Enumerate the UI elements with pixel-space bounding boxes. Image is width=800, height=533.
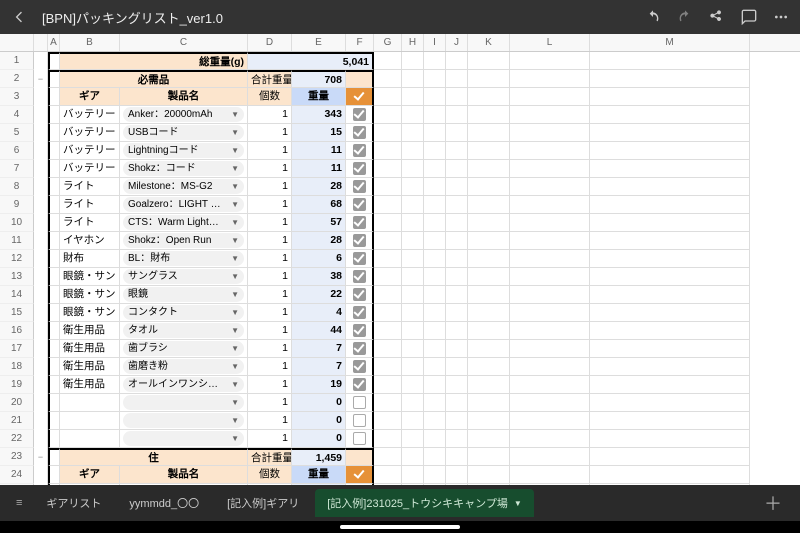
include-checkbox[interactable] <box>353 198 366 211</box>
undo-icon[interactable] <box>644 8 662 26</box>
include-checkbox[interactable] <box>353 432 366 445</box>
product-dropdown[interactable]: 眼鏡▼ <box>123 287 244 302</box>
sheet-area[interactable]: A B C D E F G H I J K L M 12345678910111… <box>0 34 800 485</box>
redo-icon[interactable] <box>676 8 694 26</box>
include-checkbox[interactable] <box>353 288 366 301</box>
product-dropdown[interactable]: CTS：Warm Light…▼ <box>123 215 244 230</box>
tabs-menu-icon[interactable]: ≡ <box>8 497 30 509</box>
row-numbers: 1234567891011121314151617181920212223242… <box>0 52 34 485</box>
product-dropdown[interactable]: BL：財布▼ <box>123 251 244 266</box>
product-dropdown[interactable]: 歯ブラシ▼ <box>123 341 244 356</box>
sheet-tab[interactable]: [記入例]231025_トウシキキャンプ場▼ <box>315 489 534 517</box>
include-checkbox[interactable] <box>353 126 366 139</box>
include-checkbox[interactable] <box>353 324 366 337</box>
include-checkbox[interactable] <box>353 108 366 121</box>
product-dropdown[interactable]: ▼ <box>123 413 244 428</box>
share-icon[interactable] <box>708 8 726 26</box>
product-dropdown[interactable]: Goalzero：LIGHT …▼ <box>123 197 244 212</box>
include-checkbox[interactable] <box>353 234 366 247</box>
product-dropdown[interactable]: 歯磨き粉▼ <box>123 359 244 374</box>
product-dropdown[interactable]: Anker：20000mAh▼ <box>123 107 244 122</box>
add-sheet-icon[interactable]: ＋ <box>754 490 792 516</box>
product-dropdown[interactable]: Shokz：Open Run▼ <box>123 233 244 248</box>
include-checkbox[interactable] <box>353 144 366 157</box>
product-dropdown[interactable]: コンタクト▼ <box>123 305 244 320</box>
product-dropdown[interactable]: USBコード▼ <box>123 125 244 140</box>
product-dropdown[interactable]: Shokz：コード▼ <box>123 161 244 176</box>
include-checkbox[interactable] <box>353 270 366 283</box>
product-dropdown[interactable]: Lightningコード▼ <box>123 143 244 158</box>
product-dropdown[interactable]: タオル▼ <box>123 323 244 338</box>
include-checkbox[interactable] <box>353 396 366 409</box>
product-dropdown[interactable]: サングラス▼ <box>123 269 244 284</box>
include-checkbox[interactable] <box>353 414 366 427</box>
product-dropdown[interactable]: ▼ <box>123 431 244 446</box>
column-headers: A B C D E F G H I J K L M <box>0 34 800 52</box>
grid[interactable]: 総重量(g)5,041必需品合計重量708ギア製品名個数重量バッテリーAnker… <box>48 52 800 485</box>
sheet-tab[interactable]: ギアリスト <box>34 489 113 517</box>
product-dropdown[interactable]: Milestone：MS-G2▼ <box>123 179 244 194</box>
include-checkbox[interactable] <box>353 306 366 319</box>
comment-icon[interactable] <box>740 8 758 26</box>
sheet-tabs: ≡ ギアリストyymmdd_〇〇[記入例]ギアリ[記入例]231025_トウシキ… <box>0 485 800 521</box>
include-checkbox[interactable] <box>353 342 366 355</box>
more-icon[interactable] <box>772 8 790 26</box>
home-indicator <box>0 521 800 533</box>
include-checkbox[interactable] <box>353 252 366 265</box>
sheet-tab[interactable]: yymmdd_〇〇 <box>117 489 211 517</box>
include-checkbox[interactable] <box>353 360 366 373</box>
topbar: [BPN]パッキングリスト_ver1.0 <box>0 0 800 34</box>
include-checkbox[interactable] <box>353 216 366 229</box>
include-checkbox[interactable] <box>353 378 366 391</box>
include-checkbox[interactable] <box>353 180 366 193</box>
doc-title: [BPN]パッキングリスト_ver1.0 <box>42 8 630 27</box>
sheet-tab[interactable]: [記入例]ギアリ <box>215 489 311 517</box>
product-dropdown[interactable]: ▼ <box>123 395 244 410</box>
back-icon[interactable] <box>10 8 28 26</box>
collapse-gutter: −− <box>34 52 48 485</box>
include-checkbox[interactable] <box>353 162 366 175</box>
product-dropdown[interactable]: オールインワンシ…▼ <box>123 377 244 392</box>
